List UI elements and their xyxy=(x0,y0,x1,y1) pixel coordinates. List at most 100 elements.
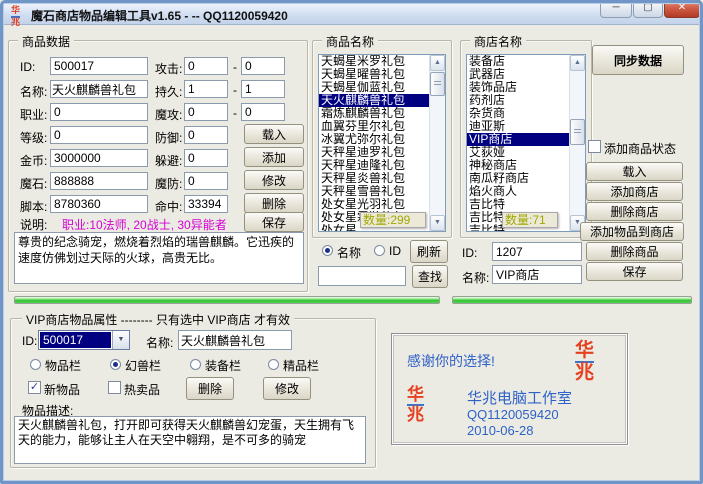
magicdefense-field[interactable] xyxy=(184,172,228,190)
item-description-box[interactable]: 天火麒麟兽礼包，打开即可获得天火麒麟兽幻宠蛋，天生拥有飞天的能力，能够让主人在天… xyxy=(14,416,366,464)
list-item[interactable]: 处女星光羽礼包 xyxy=(319,198,429,211)
dodge-field[interactable] xyxy=(184,149,228,167)
vip-caption: VIP商店物品属性 -------- 只有选中 VIP商店 才有效 xyxy=(22,311,294,328)
modify-button[interactable]: 修改 xyxy=(244,170,304,190)
delete-button[interactable]: 删除 xyxy=(244,193,304,213)
search-by-name-label: 名称 xyxy=(337,244,361,261)
scroll-thumb[interactable] xyxy=(430,72,445,96)
add-shop-button[interactable]: 添加商店 xyxy=(586,182,683,201)
attack-max-field[interactable] xyxy=(241,57,285,75)
magicattack-min-field[interactable] xyxy=(184,103,228,121)
save-shop-button[interactable]: 保存 xyxy=(586,262,683,281)
range-dash: - xyxy=(233,83,237,97)
new-item-checkbox[interactable]: ✓ xyxy=(28,381,41,394)
list-item[interactable]: 天秤星迪隆礼包 xyxy=(319,159,429,172)
list-item[interactable]: 天蝎星伽蓝礼包 xyxy=(319,81,429,94)
scroll-up-button[interactable]: ▲ xyxy=(570,55,585,71)
list-item[interactable]: 杂货商 xyxy=(467,107,569,120)
shop-name-field[interactable] xyxy=(492,265,582,284)
list-item[interactable]: 武器店 xyxy=(467,68,569,81)
list-item[interactable]: 冰翼尤弥尔礼包 xyxy=(319,133,429,146)
product-description-box[interactable]: 尊贵的纪念骑宠，燃烧着烈焰的瑞兽麒麟。它迅疾的速度仿佛划过天际的火球，高贵无比。 xyxy=(14,232,304,284)
maximize-button[interactable]: ▢ xyxy=(633,0,663,18)
id-field[interactable] xyxy=(50,57,148,75)
shop-list-scrollbar[interactable]: ▲ ▼ xyxy=(569,55,585,231)
list-item[interactable]: VIP商店 xyxy=(467,133,569,146)
product-list-scrollbar[interactable]: ▲ ▼ xyxy=(429,55,445,231)
script-field[interactable] xyxy=(50,195,148,213)
minimize-button[interactable]: ─ xyxy=(600,0,632,18)
title-bar[interactable]: 华 兆 魔石商店物品编辑工具v1.65 - -- QQ1120059420 xyxy=(3,3,700,25)
vip-id-combobox[interactable]: 500017 ▼ xyxy=(38,330,130,350)
defense-field[interactable] xyxy=(184,126,228,144)
hot-item-checkbox[interactable]: ✓ xyxy=(108,381,121,394)
refresh-button[interactable]: 刷新 xyxy=(410,240,448,263)
equip-tab-radio[interactable] xyxy=(190,359,201,370)
add-button[interactable]: 添加 xyxy=(244,147,304,167)
field-label-id: ID: xyxy=(20,60,35,74)
save-button[interactable]: 保存 xyxy=(244,212,304,232)
vip-delete-button[interactable]: 删除 xyxy=(186,377,234,400)
field-label-gold: 金币: xyxy=(20,152,47,169)
list-item[interactable]: 血翼芬里尔礼包 xyxy=(319,120,429,133)
search-input[interactable] xyxy=(318,266,406,286)
list-item[interactable]: 南瓜籽商店 xyxy=(467,172,569,185)
maximize-icon: ▢ xyxy=(643,2,652,13)
durability-max-field[interactable] xyxy=(241,80,285,98)
attack-min-field[interactable] xyxy=(184,57,228,75)
scroll-up-button[interactable]: ▲ xyxy=(430,55,445,71)
list-item[interactable]: 天秤星雪兽礼包 xyxy=(319,185,429,198)
gold-field[interactable] xyxy=(50,149,148,167)
add-product-state-checkbox[interactable]: ✓ xyxy=(588,140,601,153)
delete-shop-button[interactable]: 删除商店 xyxy=(586,202,683,221)
scroll-down-icon: ▼ xyxy=(434,219,441,226)
magicstone-field[interactable] xyxy=(50,172,148,190)
list-item[interactable]: 天秤星迪罗礼包 xyxy=(319,146,429,159)
close-button[interactable]: ✕ xyxy=(664,0,700,18)
add-item-to-shop-button[interactable]: 添加物品到商店 xyxy=(580,222,684,241)
list-item[interactable]: 装备店 xyxy=(467,55,569,68)
combo-dropdown-button[interactable]: ▼ xyxy=(112,331,129,349)
shop-id-field[interactable] xyxy=(492,242,582,261)
pet-tab-label: 幻兽栏 xyxy=(125,357,161,374)
vip-modify-button[interactable]: 修改 xyxy=(263,377,311,400)
name-field[interactable] xyxy=(50,80,148,98)
level-field[interactable] xyxy=(50,126,148,144)
list-item[interactable]: 艾荻娅 xyxy=(467,146,569,159)
list-item[interactable]: 霜炼麒麟兽礼包 xyxy=(319,107,429,120)
delete-product-button[interactable]: 删除商品 xyxy=(586,242,683,261)
load-shop-button[interactable]: 载入 xyxy=(586,162,683,181)
list-item[interactable]: 天火麒麟兽礼包 xyxy=(319,94,429,107)
vip-name-field[interactable] xyxy=(178,330,292,350)
list-item[interactable]: 天蝎星米罗礼包 xyxy=(319,55,429,68)
search-by-id-radio[interactable] xyxy=(374,245,385,256)
list-item[interactable]: 药剂店 xyxy=(467,94,569,107)
field-label-durability: 持久: xyxy=(155,83,182,100)
new-item-label: 新物品 xyxy=(44,381,80,398)
sync-data-button[interactable]: 同步数据 xyxy=(592,45,684,75)
list-item[interactable]: 天秤星炎兽礼包 xyxy=(319,172,429,185)
pet-tab-radio[interactable] xyxy=(110,359,121,370)
studio-date: 2010-06-28 xyxy=(467,423,534,438)
hot-item-label: 热卖品 xyxy=(124,381,160,398)
boutique-tab-radio[interactable] xyxy=(268,359,279,370)
product-count-tooltip: 数量:299 xyxy=(360,212,426,228)
durability-min-field[interactable] xyxy=(184,80,228,98)
list-item[interactable]: 装饰品店 xyxy=(467,81,569,94)
magicattack-max-field[interactable] xyxy=(241,103,285,121)
list-item[interactable]: 吉比特 xyxy=(467,198,569,211)
item-tab-radio[interactable] xyxy=(30,359,41,370)
find-button[interactable]: 查找 xyxy=(412,265,448,288)
list-item[interactable]: 天蝎星曜兽礼包 xyxy=(319,68,429,81)
hit-field[interactable] xyxy=(184,195,228,213)
list-item[interactable]: 焰火商人 xyxy=(467,185,569,198)
scroll-down-button[interactable]: ▼ xyxy=(430,215,445,231)
search-by-name-radio[interactable] xyxy=(322,245,333,256)
scroll-thumb[interactable] xyxy=(570,119,585,145)
job-field[interactable] xyxy=(50,103,148,121)
list-item[interactable]: 神秘商店 xyxy=(467,159,569,172)
load-button[interactable]: 载入 xyxy=(244,124,304,144)
list-item[interactable]: 迪亚斯 xyxy=(467,120,569,133)
studio-name: 华兆电脑工作室 xyxy=(467,387,572,408)
app-logo-icon: 华 兆 xyxy=(11,6,20,27)
